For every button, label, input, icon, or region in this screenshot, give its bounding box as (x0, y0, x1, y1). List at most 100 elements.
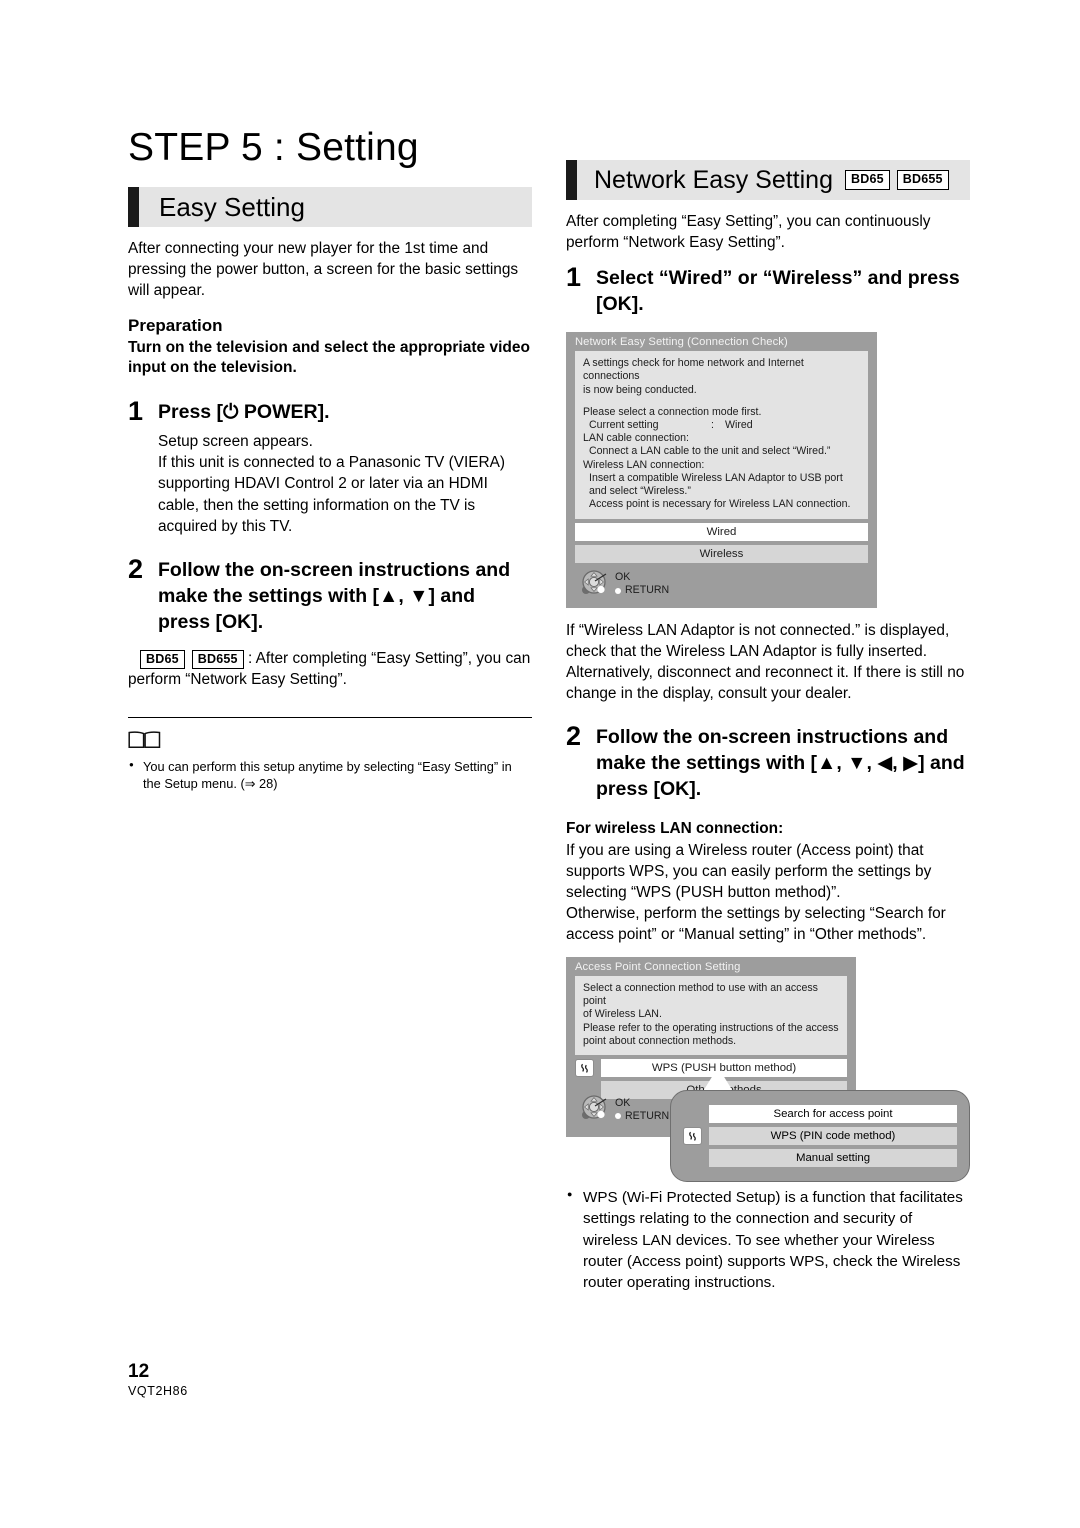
model-badge-note: BD65 BD655 : After completing “Easy Sett… (128, 648, 532, 691)
lan-heading: LAN cable connection: (583, 432, 690, 445)
lan-text: Connect a LAN cable to the unit and sele… (589, 445, 831, 458)
return-dot (615, 587, 621, 594)
right-step-1-title: Select “Wired” or “Wireless” and press [… (596, 267, 960, 316)
right-notes-list: WPS (Wi-Fi Protected Setup) is a functio… (566, 1186, 970, 1293)
badge-bd655: BD655 (896, 170, 949, 190)
section-accent-bar (566, 160, 577, 200)
step-2-title: Follow the on-screen instructions and ma… (158, 559, 511, 633)
note-item: You can perform this setup anytime by se… (128, 757, 532, 793)
right-column: Network Easy Setting BD65 BD655 After co… (566, 160, 970, 1296)
step-1-number: 1 (128, 395, 144, 426)
notes-divider (128, 716, 532, 718)
current-setting-label: Current setting (589, 418, 659, 431)
message-line: Select a connection method to use with a… (583, 982, 818, 1008)
return-label: RETURN (625, 1109, 670, 1122)
dpad-legend: OK RETURN (566, 1088, 669, 1133)
step-1-detail: Setup screen appears. If this unit is co… (158, 432, 506, 535)
popup-row-wps-pin: WPS (PIN code method) (683, 1127, 957, 1146)
wlan-heading: Wireless LAN connection: (583, 458, 705, 471)
power-icon: ⏻ (223, 400, 239, 423)
section-header-network-easy-setting: Network Easy Setting BD65 BD655 (566, 160, 970, 200)
step-2: 2 Follow the on-screen instructions and … (128, 555, 532, 636)
message-line: A settings check for home network and In… (583, 357, 804, 383)
ok-legend: OK (615, 1097, 669, 1110)
section-accent-bar (128, 187, 139, 227)
model-badges: BD65 BD655 (140, 649, 244, 670)
intro-paragraph: After connecting your new player for the… (128, 240, 519, 300)
dpad-icon (580, 1093, 610, 1126)
message-line: is now being conducted. (583, 383, 697, 396)
other-methods-popup: Search for access point WPS (PIN code me… (670, 1090, 970, 1183)
return-legend: RETURN (615, 584, 669, 597)
wps-icon (683, 1127, 702, 1146)
right-step-1: 1 Select “Wired” or “Wireless” and press… (566, 263, 970, 318)
note-item: WPS (Wi-Fi Protected Setup) is a functio… (566, 1186, 970, 1293)
preparation-heading: Preparation (128, 316, 223, 336)
left-column: STEP 5 : Setting Easy Setting After conn… (128, 128, 532, 796)
tv-screen-title: Network Easy Setting (Connection Check) (575, 336, 788, 349)
popup-option-manual-setting[interactable]: Manual setting (709, 1149, 957, 1168)
section-title: Network Easy Setting (594, 165, 833, 194)
notes-list: You can perform this setup anytime by se… (128, 757, 532, 793)
page-footer: 12 VQT2H86 (128, 1362, 188, 1398)
dpad-legend: OK RETURN (566, 563, 877, 608)
message-line: point about connection methods. (583, 1034, 737, 1047)
message-line: Please refer to the operating instructio… (583, 1021, 839, 1034)
ok-legend: OK (615, 571, 669, 584)
message-select-line: Please select a connection mode first. (583, 405, 762, 418)
ok-label: OK (615, 1096, 631, 1109)
popup-option-search-access-point[interactable]: Search for access point (709, 1105, 957, 1124)
preparation-text: Turn on the television and select the ap… (128, 338, 530, 377)
document-code: VQT2H86 (128, 1384, 188, 1398)
right-intro-paragraph: After completing “Easy Setting”, you can… (566, 213, 931, 252)
tv-screen-title: Access Point Connection Setting (575, 961, 741, 974)
return-legend: RETURN (615, 1110, 669, 1123)
section-header-easy-setting: Easy Setting (128, 187, 532, 227)
tv-screen-message: Select a connection method to use with a… (575, 976, 847, 1056)
return-label: RETURN (625, 584, 670, 597)
wlan-text: and select “Wireless.” (589, 485, 691, 498)
wireless-paragraph-2: Otherwise, perform the settings by selec… (566, 904, 946, 943)
wlan-text: Access point is necessary for Wireless L… (589, 498, 851, 511)
step-1-title-post: POWER]. (238, 400, 330, 423)
tv-option-wired[interactable]: Wired (575, 522, 868, 541)
right-step-1-number: 1 (566, 262, 582, 293)
tv-screen-2-group: Access Point Connection Setting Select a… (566, 957, 970, 1183)
step-2-number: 2 (128, 554, 144, 585)
return-dot (615, 1112, 621, 1119)
wireless-lan-subheading: For wireless LAN connection: (566, 819, 784, 837)
popup-option-wps-pin-code[interactable]: WPS (PIN code method) (709, 1127, 957, 1146)
popup-row-search: Search for access point (683, 1105, 957, 1124)
wps-icon (575, 1059, 594, 1078)
dpad-icon (580, 568, 610, 601)
current-setting-value: Wired (725, 418, 753, 431)
note-book-icon (128, 729, 532, 754)
step-1: 1 Press [⏻ POWER]. (128, 395, 532, 426)
wlan-text: Insert a compatible Wireless LAN Adaptor… (589, 471, 843, 484)
right-step-2-number: 2 (566, 720, 582, 751)
badge-bd65: BD65 (845, 170, 890, 190)
section-title: Easy Setting (159, 192, 305, 222)
after-screen1-paragraph: If “Wireless LAN Adaptor is not connecte… (566, 621, 965, 702)
current-setting-separator: : (711, 418, 714, 431)
badge-bd65: BD65 (140, 649, 185, 670)
step-1-title: Press [⏻ POWER]. (158, 397, 329, 426)
right-step-2: 2 Follow the on-screen instructions and … (566, 720, 970, 803)
right-step-2-title: Follow the on-screen instructions and ma… (596, 725, 965, 800)
tv-screen-connection-check: Network Easy Setting (Connection Check) … (566, 332, 877, 608)
tv-screen-message: A settings check for home network and In… (575, 351, 868, 519)
wireless-paragraph-1: If you are using a Wireless router (Acce… (566, 841, 932, 901)
dpad-labels: OK RETURN (615, 1097, 669, 1123)
section-model-badges: BD65 BD655 (845, 170, 949, 190)
tv-option-wireless[interactable]: Wireless (575, 544, 868, 563)
badge-bd655: BD655 (191, 649, 244, 670)
page-title: STEP 5 : Setting (128, 126, 419, 169)
current-setting-row: Current setting : Wired (583, 419, 860, 432)
step-1-title-pre: Press [ (158, 400, 224, 423)
popup-row-manual: Manual setting (683, 1149, 957, 1168)
ok-label: OK (615, 571, 631, 584)
dpad-labels: OK RETURN (615, 571, 669, 597)
manual-page: STEP 5 : Setting Easy Setting After conn… (0, 0, 1080, 1528)
page-number: 12 (128, 1361, 150, 1382)
